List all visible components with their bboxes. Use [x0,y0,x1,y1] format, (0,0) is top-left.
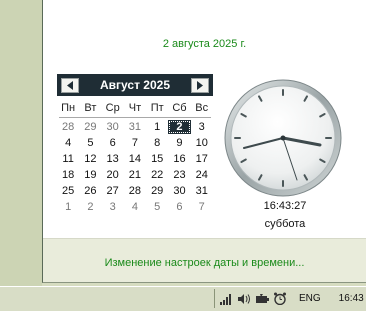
desktop-area [0,0,42,286]
day-of-week: суббота [264,218,306,230]
calendar-day[interactable]: 25 [57,184,79,198]
calendar-day[interactable]: 10 [191,136,213,150]
calendar-week: 1 2 3 4 5 6 7 [57,199,213,215]
network-wifi-icon[interactable] [219,292,233,306]
calendar-day[interactable]: 30 [168,184,190,198]
calendar-day[interactable]: 21 [124,168,146,182]
calendar-day[interactable]: 6 [168,200,190,214]
calendar-day[interactable]: 17 [191,152,213,166]
weekday-label: Вт [84,102,97,114]
calendar-day[interactable]: 14 [124,152,146,166]
calendar-day[interactable]: 1 [57,200,79,214]
calendar-day[interactable]: 31 [124,120,146,134]
calendar-day[interactable]: 5 [79,136,101,150]
calendar-day[interactable]: 7 [124,136,146,150]
weekday-label: Ср [105,102,120,114]
calendar-day[interactable]: 18 [57,168,79,182]
analog-clock [224,79,342,197]
calendar: Август 2025 Пн Вт Ср Чт Пт Сб Вс 28 29 3… [57,74,213,215]
calendar-day-today[interactable]: 2 [168,120,191,134]
calendar-week: 28 29 30 31 1 2 3 [57,119,213,135]
calendar-day[interactable]: 24 [191,168,213,182]
calendar-day[interactable]: 5 [146,200,168,214]
battery-icon[interactable] [255,292,269,306]
calendar-day[interactable]: 29 [79,120,101,134]
date-time-popup: 2 августа 2025 г. Август 2025 Пн Вт Ср Ч… [42,0,366,283]
calendar-day[interactable]: 16 [168,152,190,166]
calendar-day[interactable]: 6 [102,136,124,150]
language-indicator[interactable]: ENG [299,293,321,304]
popup-footer: Изменение настроек даты и времени... [43,238,366,282]
calendar-week: 18 19 20 21 22 23 24 [57,167,213,183]
calendar-day[interactable]: 23 [168,168,190,182]
weekday-label: Сб [172,102,187,114]
weekday-label: Пн [61,102,76,114]
weekday-header: Пн Вт Ср Чт Пт Сб Вс [57,100,213,116]
calendar-day[interactable]: 4 [57,136,79,150]
calendar-day[interactable]: 19 [79,168,101,182]
calendar-day[interactable]: 26 [79,184,101,198]
arrow-left-icon [67,80,73,90]
current-date-link[interactable]: 2 августа 2025 г. [43,38,366,50]
calendar-day[interactable]: 4 [124,200,146,214]
calendar-day[interactable]: 8 [146,136,168,150]
calendar-navigation: Август 2025 [57,74,213,96]
clock-time: 16:43:27 [263,200,307,212]
calendar-day[interactable]: 22 [146,168,168,182]
alarm-clock-icon[interactable] [273,292,287,306]
calendar-grid: Пн Вт Ср Чт Пт Сб Вс 28 29 30 31 1 2 3 4… [57,100,213,215]
calendar-day[interactable]: 7 [191,200,213,214]
calendar-day[interactable]: 28 [124,184,146,198]
calendar-day[interactable]: 28 [57,120,79,134]
previous-month-button[interactable] [61,77,79,93]
calendar-day[interactable]: 11 [57,152,79,166]
weekday-label: Пт [150,102,164,114]
calendar-week: 4 5 6 7 8 9 10 [57,135,213,151]
calendar-week: 11 12 13 14 15 16 17 [57,151,213,167]
taskbar-clock[interactable]: 16:43 [339,293,364,304]
next-month-button[interactable] [191,77,209,93]
calendar-day[interactable]: 2 [79,200,101,214]
taskbar: ENG 16:43 [0,286,366,311]
change-date-time-settings-link[interactable]: Изменение настроек даты и времени... [43,257,366,269]
calendar-week: 25 26 27 28 29 30 31 [57,183,213,199]
calendar-day[interactable]: 30 [102,120,124,134]
calendar-day[interactable]: 29 [146,184,168,198]
weekday-label: Чт [128,102,142,114]
calendar-day[interactable]: 9 [168,136,190,150]
system-tray: ENG 16:43 [214,289,365,308]
weekday-label: Вс [195,102,209,114]
volume-icon[interactable] [237,292,251,306]
month-title[interactable]: Август 2025 [100,78,170,92]
calendar-day[interactable]: 15 [146,152,168,166]
calendar-day[interactable]: 27 [102,184,124,198]
calendar-day[interactable]: 13 [102,152,124,166]
calendar-day[interactable]: 20 [102,168,124,182]
calendar-day[interactable]: 3 [191,120,213,134]
calendar-day[interactable]: 1 [146,120,168,134]
calendar-day[interactable]: 31 [191,184,213,198]
divider [59,117,211,118]
calendar-day[interactable]: 3 [102,200,124,214]
arrow-right-icon [197,80,203,90]
calendar-day[interactable]: 12 [79,152,101,166]
